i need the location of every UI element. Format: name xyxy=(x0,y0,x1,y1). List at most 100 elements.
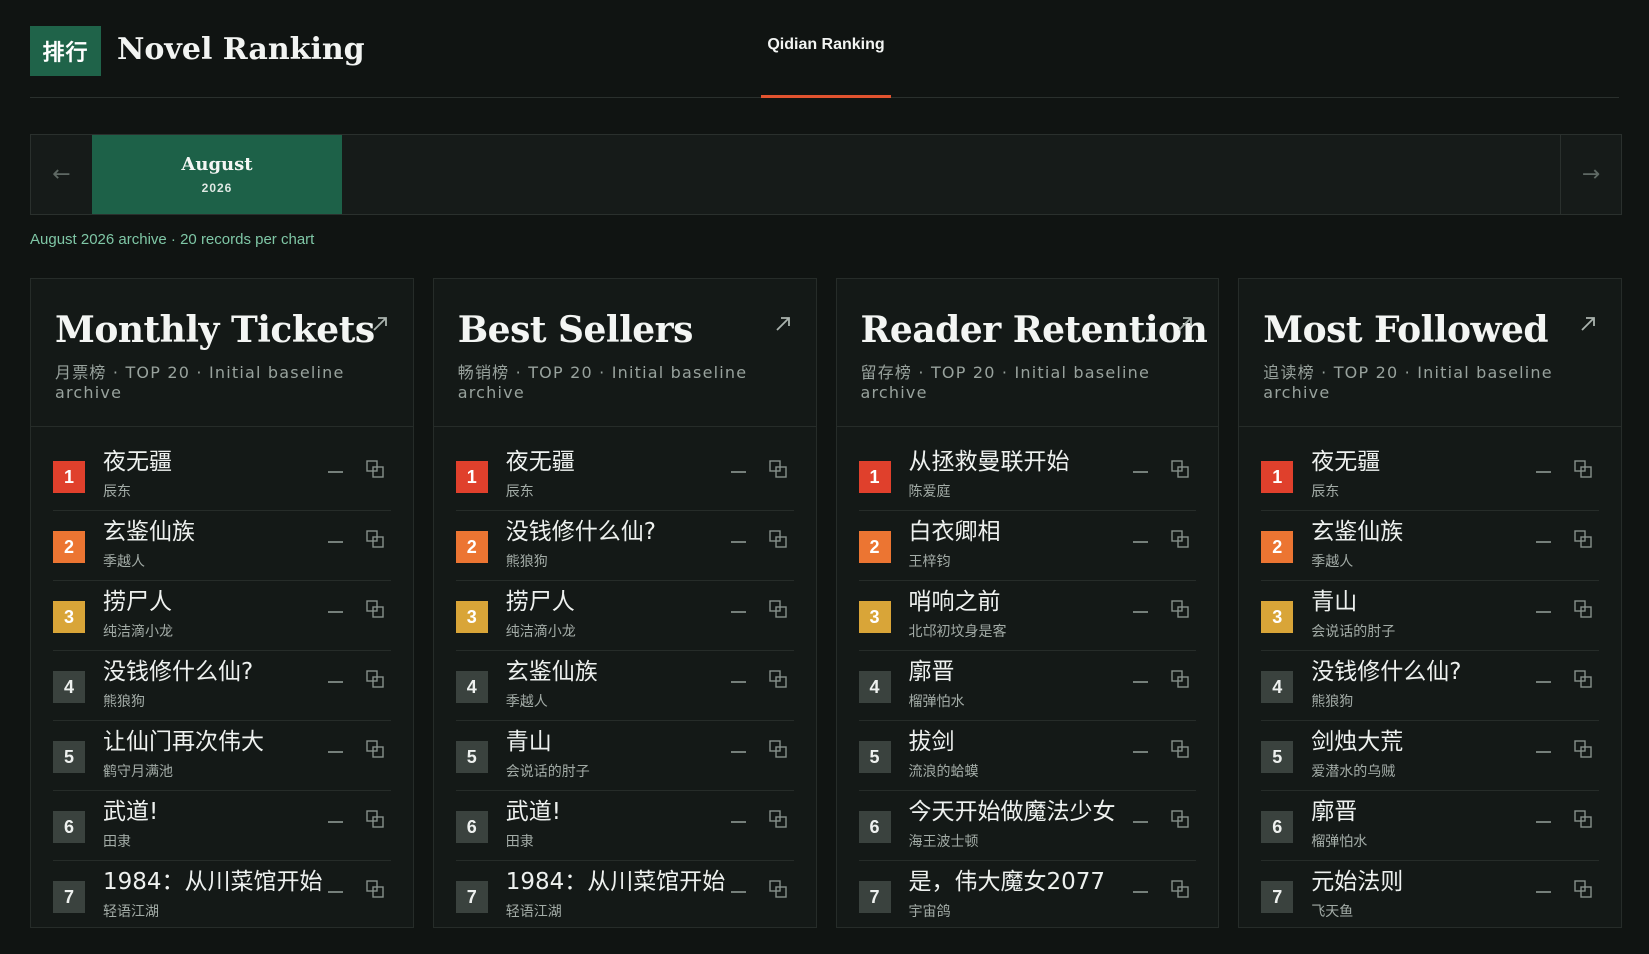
copy-icon[interactable] xyxy=(365,529,385,549)
copy-icon[interactable] xyxy=(768,599,788,619)
copy-icon[interactable] xyxy=(1573,879,1593,899)
site-title[interactable]: Novel Ranking xyxy=(117,32,365,67)
list-item[interactable]: 5 青山 会说话的肘子 xyxy=(455,721,794,791)
list-item[interactable]: 4 玄鉴仙族 季越人 xyxy=(455,651,794,721)
tab-qidian-ranking[interactable]: Qidian Ranking xyxy=(761,0,891,98)
list-item[interactable]: 6 今天开始做魔法少女 海王波士顿 xyxy=(858,791,1197,861)
copy-icon[interactable] xyxy=(1170,879,1190,899)
copy-icon[interactable] xyxy=(1170,599,1190,619)
copy-icon[interactable] xyxy=(1573,739,1593,759)
list-item[interactable]: 4 没钱修什么仙? 熊狼狗 xyxy=(1261,651,1599,721)
book-title[interactable]: 白衣卿相 xyxy=(909,512,1137,546)
book-title[interactable]: 哨响之前 xyxy=(909,582,1137,616)
arrow-right-icon: → xyxy=(1581,162,1601,187)
copy-icon[interactable] xyxy=(768,879,788,899)
book-title[interactable]: 从拯救曼联开始 xyxy=(909,442,1137,476)
copy-icon[interactable] xyxy=(365,599,385,619)
list-item[interactable]: 5 剑烛大荒 爱潜水的乌贼 xyxy=(1261,721,1599,791)
list-item[interactable]: 3 哨响之前 北邙初坟身是客 xyxy=(858,581,1197,651)
list-item[interactable]: 3 捞尸人 纯洁滴小龙 xyxy=(53,581,391,651)
copy-icon[interactable] xyxy=(1573,599,1593,619)
copy-icon[interactable] xyxy=(1573,529,1593,549)
list-item[interactable]: 2 玄鉴仙族 季越人 xyxy=(1261,511,1599,581)
month-chip-selected[interactable]: August 2026 xyxy=(92,135,342,214)
copy-icon[interactable] xyxy=(1170,809,1190,829)
book-title[interactable]: 廓晋 xyxy=(909,652,1137,686)
book-title[interactable]: 玄鉴仙族 xyxy=(103,512,331,546)
book-title[interactable]: 剑烛大荒 xyxy=(1311,722,1539,756)
external-link-icon[interactable] xyxy=(772,313,794,335)
external-link-icon[interactable] xyxy=(1174,313,1196,335)
logo-mark[interactable]: 排行 xyxy=(30,26,101,76)
list-item[interactable]: 5 拔剑 流浪的蛤蟆 xyxy=(858,721,1197,791)
book-author: 会说话的肘子 xyxy=(1311,624,1396,640)
list-item[interactable]: 4 没钱修什么仙? 熊狼狗 xyxy=(53,651,391,721)
copy-icon[interactable] xyxy=(365,669,385,689)
copy-icon[interactable] xyxy=(768,669,788,689)
list-item[interactable]: 2 白衣卿相 王梓钧 xyxy=(858,511,1197,581)
rank-badge: 4 xyxy=(455,671,488,703)
list-item[interactable]: 1 从拯救曼联开始 陈爱庭 xyxy=(858,441,1197,511)
list-item[interactable]: 7 是，伟大魔女2077 宇宙鸽 xyxy=(858,861,1197,927)
copy-icon[interactable] xyxy=(1573,459,1593,479)
list-item[interactable]: 2 没钱修什么仙? 熊狼狗 xyxy=(455,511,794,581)
list-item[interactable]: 6 武道! 田隶 xyxy=(455,791,794,861)
book-title[interactable]: 没钱修什么仙? xyxy=(1311,652,1539,686)
copy-icon[interactable] xyxy=(365,739,385,759)
book-title[interactable]: 捞尸人 xyxy=(103,582,331,616)
book-title[interactable]: 让仙门再次伟大 xyxy=(103,722,331,756)
list-item[interactable]: 1 夜无疆 辰东 xyxy=(53,441,391,511)
rank-badge: 6 xyxy=(53,811,85,843)
book-title[interactable]: 捞尸人 xyxy=(506,582,734,616)
copy-icon[interactable] xyxy=(768,809,788,829)
list-item[interactable]: 7 1984：从川菜馆开始 轻语江湖 xyxy=(53,861,391,927)
book-title[interactable]: 青山 xyxy=(506,722,734,756)
book-title[interactable]: 武道! xyxy=(103,792,331,826)
book-title[interactable]: 没钱修什么仙? xyxy=(103,652,331,686)
external-link-icon[interactable] xyxy=(369,313,391,335)
book-title[interactable]: 今天开始做魔法少女 xyxy=(909,792,1137,826)
next-month-button[interactable]: → xyxy=(1560,135,1621,214)
list-item[interactable]: 7 元始法则 飞天鱼 xyxy=(1261,861,1599,927)
copy-icon[interactable] xyxy=(1573,809,1593,829)
book-title[interactable]: 夜无疆 xyxy=(506,442,734,476)
copy-icon[interactable] xyxy=(365,459,385,479)
list-item[interactable]: 6 廓晋 榴弹怕水 xyxy=(1261,791,1599,861)
list-item[interactable]: 6 武道! 田隶 xyxy=(53,791,391,861)
list-item[interactable]: 3 捞尸人 纯洁滴小龙 xyxy=(455,581,794,651)
book-title[interactable]: 夜无疆 xyxy=(103,442,331,476)
list-item[interactable]: 7 1984：从川菜馆开始 轻语江湖 xyxy=(455,861,794,927)
book-title[interactable]: 拔剑 xyxy=(909,722,1137,756)
copy-icon[interactable] xyxy=(768,739,788,759)
list-item[interactable]: 1 夜无疆 辰东 xyxy=(455,441,794,511)
prev-month-button[interactable]: ← xyxy=(31,135,92,214)
book-title[interactable]: 青山 xyxy=(1311,582,1539,616)
book-title[interactable]: 廓晋 xyxy=(1311,792,1539,826)
month-name: August xyxy=(181,154,253,175)
list-item[interactable]: 2 玄鉴仙族 季越人 xyxy=(53,511,391,581)
book-title[interactable]: 玄鉴仙族 xyxy=(506,652,734,686)
list-item[interactable]: 1 夜无疆 辰东 xyxy=(1261,441,1599,511)
list-item[interactable]: 5 让仙门再次伟大 鹤守月满池 xyxy=(53,721,391,791)
book-title[interactable]: 玄鉴仙族 xyxy=(1311,512,1539,546)
book-title[interactable]: 武道! xyxy=(506,792,734,826)
book-title[interactable]: 没钱修什么仙? xyxy=(506,512,734,546)
book-title[interactable]: 夜无疆 xyxy=(1311,442,1539,476)
copy-icon[interactable] xyxy=(768,529,788,549)
card-title: Most Followed xyxy=(1263,309,1549,351)
copy-icon[interactable] xyxy=(1170,739,1190,759)
copy-icon[interactable] xyxy=(1170,669,1190,689)
book-title[interactable]: 1984：从川菜馆开始 xyxy=(103,862,331,896)
book-title[interactable]: 1984：从川菜馆开始 xyxy=(506,862,734,896)
list-item[interactable]: 4 廓晋 榴弹怕水 xyxy=(858,651,1197,721)
book-title[interactable]: 是，伟大魔女2077 xyxy=(909,862,1137,896)
copy-icon[interactable] xyxy=(1573,669,1593,689)
list-item[interactable]: 3 青山 会说话的肘子 xyxy=(1261,581,1599,651)
copy-icon[interactable] xyxy=(768,459,788,479)
copy-icon[interactable] xyxy=(1170,529,1190,549)
copy-icon[interactable] xyxy=(365,809,385,829)
external-link-icon[interactable] xyxy=(1577,313,1599,335)
copy-icon[interactable] xyxy=(365,879,385,899)
copy-icon[interactable] xyxy=(1170,459,1190,479)
book-title[interactable]: 元始法则 xyxy=(1311,862,1539,896)
